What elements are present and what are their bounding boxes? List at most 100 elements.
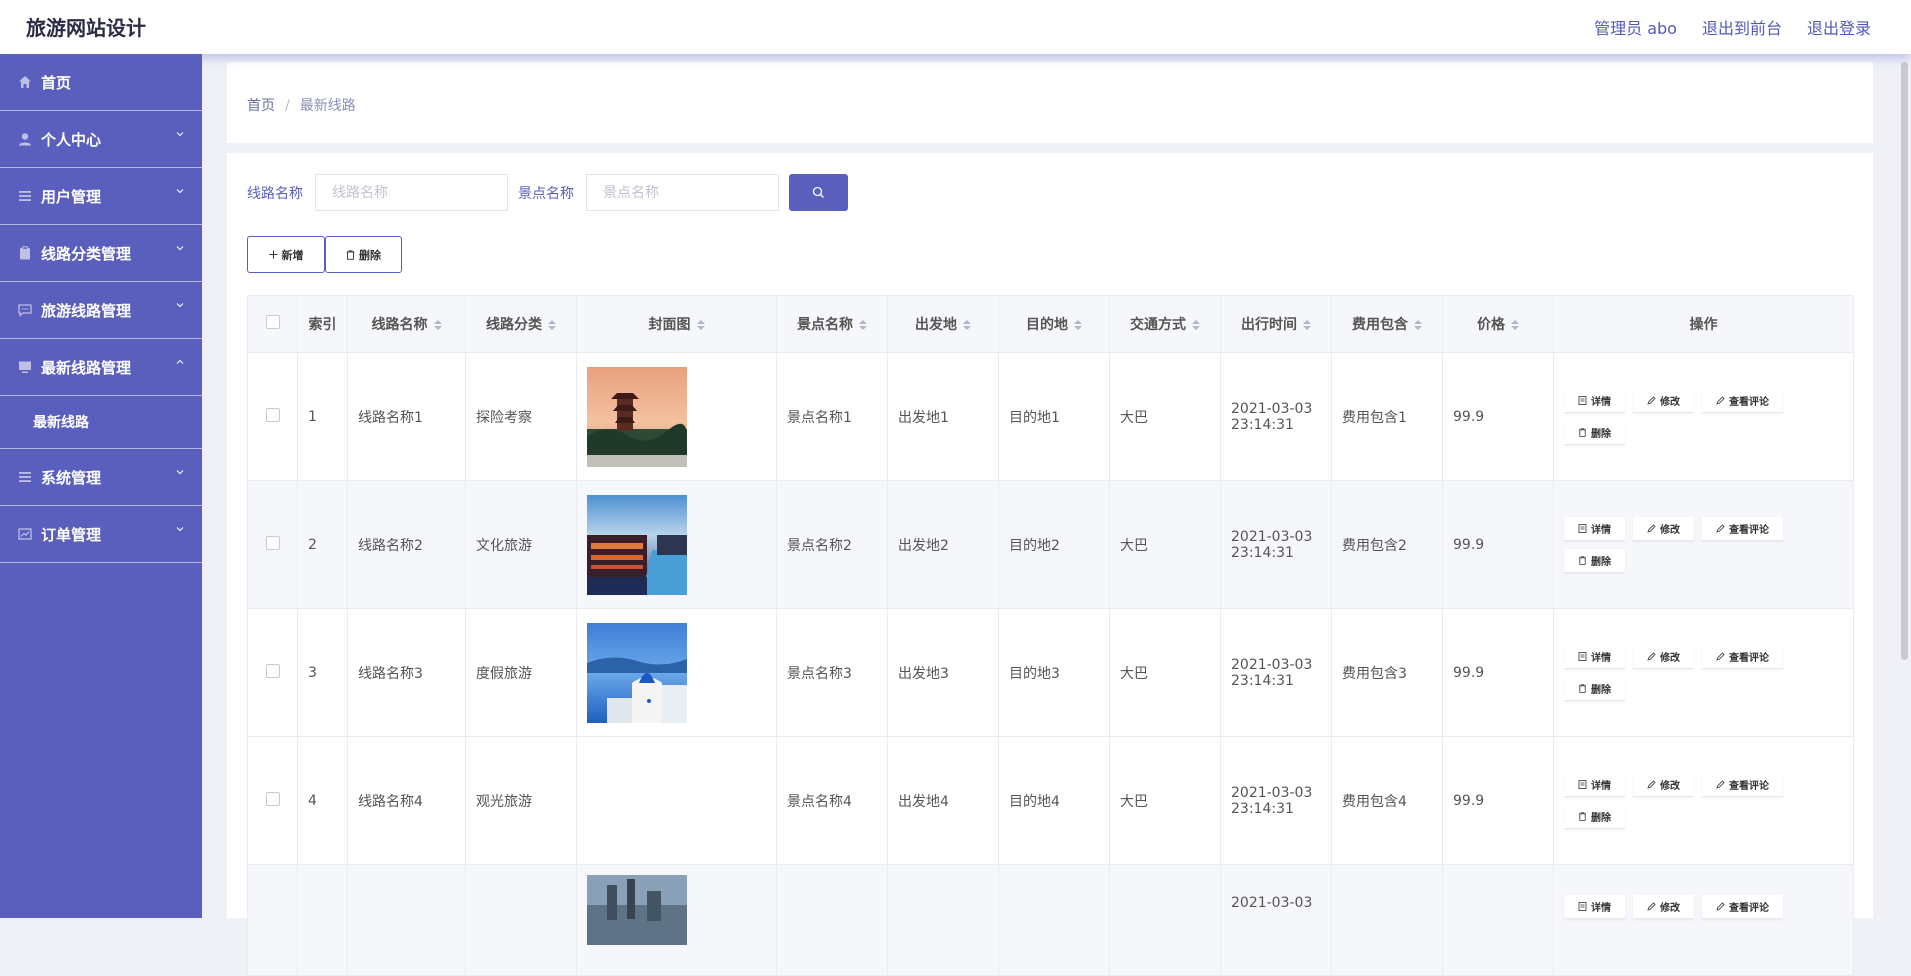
document-icon	[1578, 779, 1587, 789]
exit-to-front-link[interactable]: 退出到前台	[1702, 15, 1782, 39]
cell-transport: 大巴	[1109, 352, 1221, 481]
cover-image	[587, 622, 687, 723]
edit-button[interactable]: 修改	[1633, 772, 1694, 797]
select-all-checkbox[interactable]	[265, 315, 280, 329]
sidebar-item-route-category[interactable]: 线路分类管理	[0, 225, 202, 282]
row-delete-button[interactable]: 删除	[1564, 420, 1625, 445]
header-travel-time[interactable]: 出行时间	[1220, 295, 1332, 353]
header-destination[interactable]: 目的地	[998, 295, 1110, 353]
edit-button[interactable]: 修改	[1633, 895, 1694, 919]
search-button[interactable]	[789, 174, 848, 211]
view-comments-button[interactable]: 查看评论	[1702, 772, 1783, 797]
delete-button[interactable]: 删除	[325, 236, 402, 273]
row-checkbox[interactable]	[265, 407, 280, 422]
sort-icon[interactable]	[1074, 320, 1082, 330]
cell-spot-name	[776, 864, 888, 976]
detail-label: 详情	[1591, 524, 1611, 536]
comments-label: 查看评论	[1729, 524, 1769, 536]
cell-operations: 详情 修改 查看评论 删除	[1553, 736, 1854, 865]
page-scrollbar[interactable]	[1901, 62, 1908, 660]
header-spot-name[interactable]: 景点名称	[776, 295, 888, 353]
view-comments-button[interactable]: 查看评论	[1702, 644, 1783, 669]
sort-icon[interactable]	[548, 320, 556, 330]
table-row: 1 线路名称1 探险考察 景点名称1 出发地1 目的地1 大巴 2021-03-…	[247, 352, 1854, 481]
header-departure[interactable]: 出发地	[887, 295, 999, 353]
view-comments-button[interactable]: 查看评论	[1702, 516, 1783, 541]
route-name-input[interactable]	[315, 174, 508, 211]
header-route-name[interactable]: 线路名称	[347, 295, 466, 353]
header-category[interactable]: 线路分类	[465, 295, 577, 353]
row-delete-button[interactable]: 删除	[1564, 804, 1625, 829]
document-icon	[1578, 395, 1587, 405]
detail-button[interactable]: 详情	[1564, 644, 1625, 669]
sidebar-item-label: 用户管理	[41, 187, 102, 206]
sidebar-item-personal-center[interactable]: 个人中心	[0, 111, 202, 168]
sort-icon[interactable]	[433, 320, 442, 330]
cell-transport: 大巴	[1109, 480, 1221, 609]
row-checkbox[interactable]	[265, 663, 280, 678]
cell-spot-name: 景点名称3	[776, 608, 888, 737]
header-label: 价格	[1477, 317, 1505, 333]
edit-button[interactable]: 修改	[1633, 644, 1694, 669]
breadcrumb-current: 最新线路	[299, 98, 356, 114]
edit-icon	[1647, 395, 1656, 405]
detail-button[interactable]: 详情	[1564, 895, 1625, 919]
document-icon	[1578, 651, 1587, 661]
breadcrumb-home[interactable]: 首页	[247, 98, 275, 114]
row-checkbox[interactable]	[265, 791, 280, 806]
sort-icon[interactable]	[1192, 320, 1200, 330]
sort-icon[interactable]	[859, 320, 867, 330]
edit-button[interactable]: 修改	[1633, 516, 1694, 541]
row-delete-button[interactable]: 删除	[1564, 676, 1625, 701]
header-price[interactable]: 价格	[1442, 295, 1554, 353]
sidebar-item-home[interactable]: 首页	[0, 54, 202, 111]
cell-destination	[998, 864, 1110, 976]
spot-name-label: 景点名称	[518, 185, 574, 202]
edit-label: 修改	[1660, 524, 1680, 536]
row-delete-button[interactable]: 删除	[1564, 548, 1625, 573]
logout-link[interactable]: 退出登录	[1807, 15, 1871, 39]
travel-date: 2021-03-03	[1231, 528, 1313, 545]
cell-category: 观光旅游	[465, 736, 577, 865]
cell-spot-name: 景点名称4	[776, 736, 888, 865]
table-header-row: 索引 线路名称 线路分类 封面图 景点名称 出发地 目的地 交通方式 出行时间 …	[247, 295, 1854, 353]
travel-date: 2021-03-03	[1231, 400, 1313, 417]
edit-label: 修改	[1660, 652, 1680, 664]
sidebar-item-travel-route[interactable]: 旅游线路管理	[0, 282, 202, 339]
sort-icon[interactable]	[1303, 320, 1311, 330]
sort-icon[interactable]	[1414, 320, 1422, 330]
detail-button[interactable]: 详情	[1564, 772, 1625, 797]
edit-label: 修改	[1660, 780, 1680, 792]
document-icon	[1578, 523, 1587, 533]
sidebar-item-orders[interactable]: 订单管理	[0, 506, 202, 563]
sort-icon[interactable]	[696, 320, 705, 330]
travel-date: 2021-03-03	[1231, 895, 1313, 911]
admin-user-link[interactable]: 管理员 abo	[1594, 15, 1677, 39]
search-icon	[812, 186, 824, 198]
list-icon	[18, 189, 32, 203]
row-actions: 详情 修改 查看评论 删除	[1564, 388, 1804, 445]
edit-button[interactable]: 修改	[1633, 388, 1694, 413]
detail-button[interactable]: 详情	[1564, 516, 1625, 541]
sort-icon[interactable]	[1511, 320, 1519, 330]
detail-button[interactable]: 详情	[1564, 388, 1625, 413]
view-comments-button[interactable]: 查看评论	[1702, 388, 1783, 413]
sidebar-item-system[interactable]: 系统管理	[0, 449, 202, 506]
header-fee-includes[interactable]: 费用包含	[1331, 295, 1443, 353]
add-button[interactable]: 新增	[247, 236, 325, 273]
view-comments-button[interactable]: 查看评论	[1702, 895, 1783, 919]
header-cover[interactable]: 封面图	[576, 295, 777, 353]
sidebar-item-latest-route[interactable]: 最新线路管理	[0, 339, 202, 396]
sidebar-item-user-management[interactable]: 用户管理	[0, 168, 202, 225]
cell-spot-name: 景点名称2	[776, 480, 888, 609]
sort-icon[interactable]	[963, 320, 971, 330]
row-checkbox[interactable]	[265, 535, 280, 550]
document-icon	[1578, 902, 1587, 911]
header-transport[interactable]: 交通方式	[1109, 295, 1221, 353]
sidebar-subitem-latest-route[interactable]: 最新线路	[0, 396, 202, 449]
chevron-down-icon	[176, 189, 184, 194]
spot-name-input[interactable]	[586, 174, 779, 211]
cell-route-name: 线路名称2	[347, 480, 466, 609]
site-title: 旅游网站设计	[26, 16, 146, 40]
edit-icon	[1647, 779, 1656, 789]
